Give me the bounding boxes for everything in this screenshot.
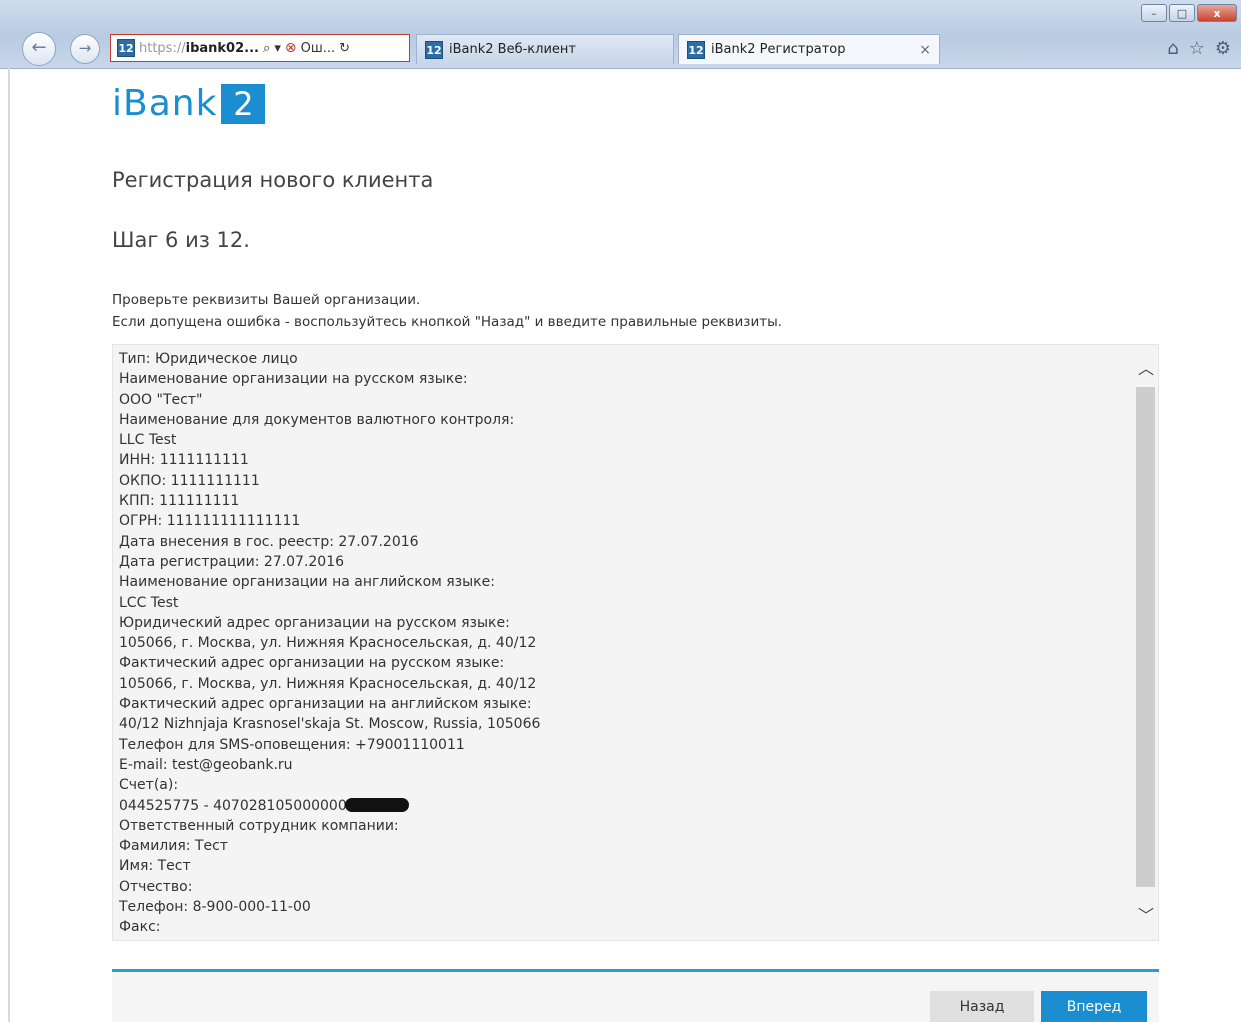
instructions: Проверьте реквизиты Вашей организации. Е… <box>112 289 782 333</box>
page-left-edge <box>8 68 10 1022</box>
detail-line: 105066, г. Москва, ул. Нижняя Красносель… <box>119 675 537 692</box>
site-favicon-icon: 12 <box>117 39 135 57</box>
details-scrollbar[interactable]: ︿ ﹀ <box>1134 345 1158 940</box>
step-indicator: Шаг 6 из 12. <box>112 228 250 252</box>
certificate-error-text[interactable]: Ош... <box>301 41 336 56</box>
detail-line: LCC Test <box>119 594 179 611</box>
tab-registrar[interactable]: 12 iBank2 Регистратор × <box>678 34 940 64</box>
detail-line: Счет(а): <box>119 777 179 794</box>
account-line: 044525775 - 407028105000000 <box>119 796 1134 816</box>
browser-toolbar: ⌂ ☆ ⚙ <box>1167 38 1231 59</box>
next-button[interactable]: Вперед <box>1041 991 1147 1022</box>
tab-close-icon[interactable]: × <box>919 42 931 58</box>
back-nav-button[interactable]: ← <box>22 32 56 66</box>
detail-line: Фактический адрес организации на русском… <box>119 655 505 672</box>
detail-line: Наименование организации на русском язык… <box>119 371 468 388</box>
instruction-line: Если допущена ошибка - воспользуйтесь кн… <box>112 314 783 330</box>
detail-line: Наименование для документов валютного ко… <box>119 411 515 428</box>
detail-line: Наименование организации на английском я… <box>119 574 495 591</box>
detail-line: Телефон: 8-900-000-11-00 <box>119 899 311 916</box>
detail-line: Дата регистрации: 27.07.2016 <box>119 553 345 570</box>
details-text: Тип: Юридическое лицо Наименование орган… <box>119 349 1134 938</box>
tab-label: iBank2 Веб-клиент <box>449 42 576 57</box>
detail-line: 40/12 Nizhnjaja Krasnosel'skaja St. Mosc… <box>119 716 541 733</box>
account-number: 044525775 - 407028105000000 <box>119 797 347 814</box>
window-controls: – □ x <box>1141 4 1237 22</box>
detail-line: E-mail: test@geobank.ru <box>119 756 293 773</box>
address-bar[interactable]: 12 https://ibank02... ⌕ ▾ ⊗ Ош... ↻ <box>110 34 410 62</box>
detail-line: КПП: 111111111 <box>119 493 240 510</box>
close-window-button[interactable]: x <box>1197 4 1237 22</box>
settings-gear-icon[interactable]: ⚙ <box>1215 38 1231 59</box>
logo-text: iBank <box>112 83 218 124</box>
tab-web-client[interactable]: 12 iBank2 Веб-клиент <box>416 34 674 64</box>
detail-line: Отчество: <box>119 878 193 895</box>
scroll-down-icon[interactable]: ﹀ <box>1134 898 1158 934</box>
detail-line: Фамилия: Тест <box>119 838 228 855</box>
arrow-left-icon: ← <box>31 37 47 58</box>
redaction-mark <box>344 797 409 812</box>
detail-line: Юридический адрес организации на русском… <box>119 614 510 631</box>
certificate-error-icon[interactable]: ⊗ <box>285 40 297 56</box>
tab-favicon-icon: 12 <box>425 40 443 59</box>
detail-line: Ответственный сотрудник компании: <box>119 817 399 834</box>
minimize-button[interactable]: – <box>1141 4 1167 22</box>
detail-line: ОКПО: 1111111111 <box>119 472 260 489</box>
search-dropdown-icon[interactable]: ⌕ ▾ <box>263 41 281 56</box>
detail-line: LLC Test <box>119 432 177 449</box>
scroll-thumb[interactable] <box>1136 387 1155 887</box>
detail-line: Фактический адрес организации на английс… <box>119 696 532 713</box>
favorites-star-icon[interactable]: ☆ <box>1189 38 1205 59</box>
scroll-up-icon[interactable]: ︿ <box>1134 351 1158 387</box>
detail-line: Имя: Тест <box>119 858 191 875</box>
instruction-line: Проверьте реквизиты Вашей организации. <box>112 292 421 308</box>
home-icon[interactable]: ⌂ <box>1167 38 1178 59</box>
browser-chrome: – □ x ← → 12 https://ibank02... ⌕ ▾ ⊗ Ош… <box>0 0 1241 69</box>
back-button[interactable]: Назад <box>930 991 1034 1022</box>
logo-number: 2 <box>221 84 266 124</box>
tab-favicon-icon: 12 <box>687 40 705 59</box>
arrow-right-icon: → <box>78 39 92 57</box>
detail-line: ОГРН: 111111111111111 <box>119 513 301 530</box>
detail-line: ИНН: 1111111111 <box>119 452 249 469</box>
tab-label: iBank2 Регистратор <box>711 42 846 57</box>
organization-details-box[interactable]: Тип: Юридическое лицо Наименование орган… <box>112 344 1159 941</box>
url-text[interactable]: https://ibank02... <box>139 41 259 56</box>
url-host: ibank02... <box>185 40 259 56</box>
ibank-logo: iBank 2 <box>112 83 266 124</box>
detail-line: Телефон для SMS-оповещения: +79001110011 <box>119 736 465 753</box>
detail-line: ООО "Тест" <box>119 391 203 408</box>
refresh-icon[interactable]: ↻ <box>339 41 350 56</box>
forward-nav-button[interactable]: → <box>70 34 100 64</box>
page-title: Регистрация нового клиента <box>112 168 434 192</box>
detail-line: Дата внесения в гос. реестр: 27.07.2016 <box>119 533 419 550</box>
detail-line: 105066, г. Москва, ул. Нижняя Красносель… <box>119 635 537 652</box>
url-protocol: https:// <box>139 40 186 56</box>
detail-line: Тип: Юридическое лицо <box>119 351 298 367</box>
maximize-button[interactable]: □ <box>1169 4 1195 22</box>
detail-line: Факс: <box>119 919 161 936</box>
